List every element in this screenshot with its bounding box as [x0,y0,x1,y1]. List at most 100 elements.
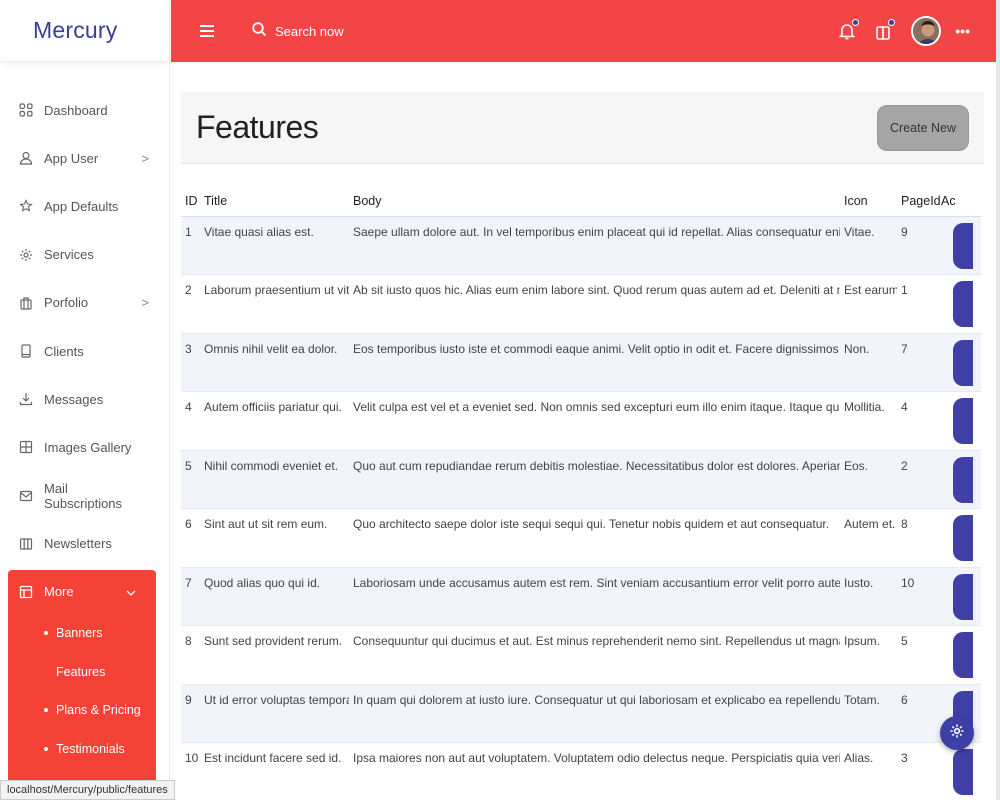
cell-pageid: 7 [897,333,937,392]
sidebar-item-newsletters[interactable]: Newsletters [0,520,169,568]
bullet-icon [44,631,48,636]
bell-icon[interactable] [839,19,860,40]
table-row[interactable]: 1 Vitae quasi alias est. Saepe ullam dolor… [181,216,981,275]
cell-actions [937,391,981,451]
cell-body: Consequuntur qui ducimus et aut. Est min… [349,625,840,685]
sidebar-item-services[interactable]: Services [0,231,169,279]
table-row[interactable]: 2Laborum praesentium ut vitae.Ab sit ius… [181,274,981,334]
settings-fab-button[interactable] [940,716,974,750]
cell-pageid: 2 [897,450,937,509]
sidebar-subitem-plans-pricing[interactable]: Plans & Pricing [8,691,156,730]
row-action-button[interactable] [953,456,973,503]
create-new-button[interactable]: Create New [877,104,969,151]
cell-id: 4 [181,391,200,451]
more-options-icon[interactable]: ••• [955,23,970,39]
row-action-button[interactable] [953,222,973,269]
search-input[interactable] [275,23,425,39]
table-row[interactable]: 5 Nihil commodi eveniet et. Quo aut cum re… [181,450,981,509]
row-action-button[interactable] [953,749,973,795]
table-row[interactable]: 8 Sunt sed provident rerum. Consequuntur q… [181,625,981,685]
sidebar-item-images-gallery[interactable]: Images Gallery [0,423,169,471]
cell-icon: Alias. [840,742,897,800]
table-row[interactable]: 10 Est incidunt facere sed id. Ipsa maiore… [181,742,981,800]
table-row[interactable]: 7 Quod alias quo qui id. Laboriosam unde a… [181,567,981,626]
row-action-button[interactable] [953,573,973,620]
row-action-button[interactable] [953,281,973,327]
row-action-button[interactable] [953,515,973,561]
cell-actions [937,333,981,392]
table-row[interactable]: 3 Omnis nihil velit ea dolor. Eos temporib… [181,333,981,392]
cell-body: Quo architecto saepe dolor iste sequi se… [349,508,840,568]
column-header-icon[interactable]: Icon [840,186,897,217]
cell-title: Quod alias quo qui id. [200,567,349,626]
column-header-body[interactable]: Body [349,186,840,217]
cell-title: Vitae quasi alias est. [200,216,349,275]
sidebar-item-mail-subscriptions[interactable]: Mail Subscriptions [0,472,169,520]
sidebar-item-label: App User [44,150,99,166]
cell-icon: Autem et. [840,508,897,568]
cell-actions [937,450,981,509]
cell-title: Nihil commodi eveniet et. [200,450,349,509]
sidebar-subitem-label: Banners [56,626,103,641]
brand-logo[interactable]: Mercury [0,0,169,62]
avatar[interactable] [911,16,942,46]
sidebar-item-label: Images Gallery [44,439,132,455]
grid-icon [18,102,34,118]
cell-id: 6 [181,508,200,568]
cell-icon: Eos. [840,450,897,509]
column-header-actions[interactable]: Ac [937,186,981,217]
briefcase-icon [18,295,34,311]
cell-body: Quo aut cum repudiandae rerum debitis mo… [349,450,840,509]
sidebar-item-app-user[interactable]: App User > [0,134,169,182]
page-title: Features [196,109,319,145]
star-icon [18,198,34,214]
cell-id: 9 [181,684,200,743]
sidebar-item-clients[interactable]: Clients [0,327,169,375]
row-action-button[interactable] [953,398,973,444]
search-box[interactable] [252,22,425,40]
table-row[interactable]: 9 Ut id error voluptas tempora. In quam qu… [181,684,981,743]
row-action-button[interactable] [953,339,973,386]
sidebar-item-messages[interactable]: Messages [0,375,169,423]
sidebar-nav: Dashboard App User > App Defaults Servic… [0,62,169,800]
sidebar-subitem-label: Testimonials [56,741,125,756]
column-header-id[interactable]: ID [181,186,200,217]
cell-actions [937,625,981,685]
table-row[interactable]: 6 Sint aut ut sit rem eum. Quo architecto … [181,508,981,568]
cell-title: Omnis nihil velit ea dolor. [200,333,349,392]
cell-title: Ut id error voluptas tempora. [200,684,349,743]
gift-icon[interactable] [875,19,896,40]
cell-pageid: 3 [897,742,937,800]
search-icon[interactable] [252,22,275,40]
column-header-title[interactable]: Title [200,186,349,217]
layout-icon [18,584,34,600]
sidebar-item-app-defaults[interactable]: App Defaults [0,182,169,230]
sidebar-item-label: App Defaults [44,198,119,214]
sidebar-item-label: More [44,584,74,600]
sidebar-item-more[interactable]: More [8,570,156,614]
cell-title: Est incidunt facere sed id. [200,742,349,800]
sidebar-subitem-label: Features [56,664,106,679]
cell-actions [937,508,981,568]
sidebar-item-porfolio[interactable]: Porfolio > [0,279,169,327]
sidebar-subitem-banners[interactable]: Banners [8,614,156,653]
row-action-button[interactable] [953,632,973,678]
sidebar: Mercury Dashboard App User > App Default… [0,0,170,800]
page-scrollbar[interactable] [996,0,1000,800]
columns-icon [18,536,34,552]
sidebar-more-group: More Banners Features Plans & Pricing Te… [8,569,156,800]
table-header-row: ID Title Body Icon PageId Ac [181,186,981,217]
sidebar-item-label: Clients [44,343,84,359]
sidebar-item-dashboard[interactable]: Dashboard [0,86,169,134]
column-header-pageid[interactable]: PageId [897,186,941,217]
sidebar-subitem-features[interactable]: Features [8,652,156,691]
sidebar-item-label: Dashboard [44,102,108,118]
cell-title: Laborum praesentium ut vitae. [200,274,349,334]
avatar-image [911,16,942,46]
top-header: ••• [171,0,1000,62]
cell-icon: Vitae. [840,216,897,275]
cell-id: 3 [181,333,200,392]
menu-icon[interactable] [200,25,214,37]
sidebar-subitem-testimonials[interactable]: Testimonials [8,730,156,769]
table-row[interactable]: 4 Autem officiis pariatur qui. Velit culpa… [181,391,981,451]
